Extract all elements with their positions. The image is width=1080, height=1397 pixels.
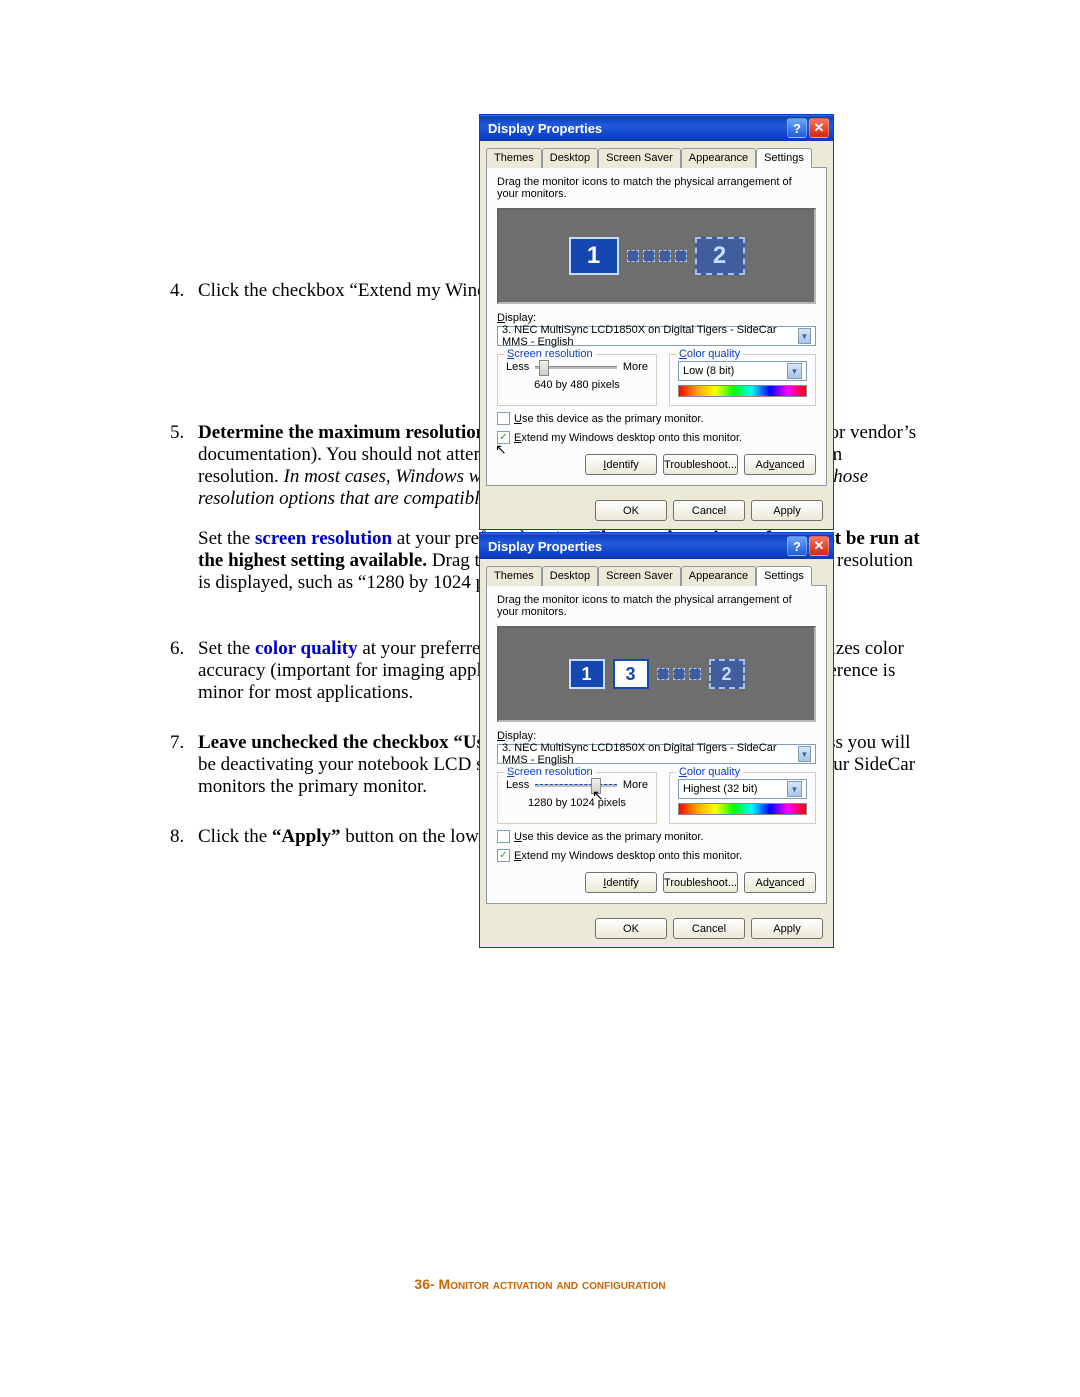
advanced-button[interactable]: Advanced	[744, 454, 816, 475]
settings-panel: Drag the monitor icons to match the phys…	[486, 585, 827, 904]
display-dropdown[interactable]: 3. NEC MultiSync LCD1850X on Digital Tig…	[497, 744, 816, 764]
color-quality-label: Color quality	[676, 766, 743, 778]
monitor-1-icon[interactable]: 1	[569, 237, 619, 275]
resolution-value: 1280 by 1024 pixels	[506, 797, 648, 809]
display-label: Display:	[497, 312, 816, 324]
monitor-2-icon[interactable]: 2	[709, 659, 745, 689]
tab-themes[interactable]: Themes	[486, 148, 542, 168]
display-label: Display:	[497, 730, 816, 742]
troubleshoot-button[interactable]: Troubleshoot...	[663, 454, 738, 475]
cancel-button[interactable]: Cancel	[673, 918, 745, 939]
identify-button[interactable]: Identify	[585, 872, 657, 893]
titlebar[interactable]: Display Properties ? ✕	[480, 115, 833, 141]
ok-button[interactable]: OK	[595, 500, 667, 521]
tab-settings[interactable]: Settings	[756, 566, 812, 586]
extend-desktop-checkbox[interactable]: ✓Extend my Windows desktop onto this mon…	[497, 849, 816, 862]
help-button[interactable]: ?	[787, 118, 807, 138]
less-label: Less	[506, 361, 529, 373]
window-title: Display Properties	[488, 539, 602, 554]
close-button[interactable]: ✕	[809, 118, 829, 138]
color-quality-dropdown[interactable]: Highest (32 bit) ▼	[678, 779, 807, 799]
resolution-slider[interactable]	[535, 366, 617, 369]
more-label: More	[623, 361, 648, 373]
instruction-text: Drag the monitor icons to match the phys…	[497, 594, 816, 618]
tab-screensaver[interactable]: Screen Saver	[598, 148, 681, 168]
primary-monitor-checkbox[interactable]: Use this device as the primary monitor.	[497, 412, 816, 425]
step-number: 7.	[160, 732, 198, 798]
cancel-button[interactable]: Cancel	[673, 500, 745, 521]
chevron-down-icon[interactable]: ▼	[787, 781, 802, 797]
color-quality-dropdown[interactable]: Low (8 bit) ▼	[678, 361, 807, 381]
color-preview-bar	[678, 803, 807, 815]
identify-button[interactable]: Identify	[585, 454, 657, 475]
screen-resolution-label: Screen resolution	[504, 766, 596, 778]
tab-themes[interactable]: Themes	[486, 566, 542, 586]
step-number: 4.	[160, 280, 198, 302]
tab-desktop[interactable]: Desktop	[542, 566, 598, 586]
resolution-slider[interactable]	[535, 784, 617, 787]
tab-settings[interactable]: Settings	[756, 148, 812, 168]
page-footer: 36- Monitor activation and configuration	[0, 1273, 1080, 1295]
tab-row: Themes Desktop Screen Saver Appearance S…	[480, 141, 833, 167]
primary-monitor-checkbox[interactable]: Use this device as the primary monitor.	[497, 830, 816, 843]
less-label: Less	[506, 779, 529, 791]
chevron-down-icon[interactable]: ▼	[798, 746, 811, 762]
tab-screensaver[interactable]: Screen Saver	[598, 566, 681, 586]
screen-resolution-label: Screen resolution	[504, 348, 596, 360]
monitor-1-icon[interactable]: 1	[569, 659, 605, 689]
chevron-down-icon[interactable]: ▼	[798, 328, 811, 344]
monitor-2-icon[interactable]: 2	[695, 237, 745, 275]
tab-row: Themes Desktop Screen Saver Appearance S…	[480, 559, 833, 585]
color-quality-label: Color quality	[676, 348, 743, 360]
apply-button[interactable]: Apply	[751, 918, 823, 939]
settings-panel: Drag the monitor icons to match the phys…	[486, 167, 827, 486]
help-button[interactable]: ?	[787, 536, 807, 556]
extend-desktop-checkbox[interactable]: ✓Extend my Windows desktop onto this mon…	[497, 431, 816, 444]
chevron-down-icon[interactable]: ▼	[787, 363, 802, 379]
monitor-arrangement[interactable]: 1 3 2	[497, 626, 816, 722]
display-dropdown[interactable]: 3. NEC MultiSync LCD1850X on Digital Tig…	[497, 326, 816, 346]
close-button[interactable]: ✕	[809, 536, 829, 556]
monitor-arrangement[interactable]: 1 2	[497, 208, 816, 304]
tab-appearance[interactable]: Appearance	[681, 566, 756, 586]
resolution-value: 640 by 480 pixels	[506, 379, 648, 391]
instruction-text: Drag the monitor icons to match the phys…	[497, 176, 816, 200]
tab-desktop[interactable]: Desktop	[542, 148, 598, 168]
display-properties-dialog-2: Display Properties ? ✕ Themes Desktop Sc…	[479, 532, 834, 948]
ok-button[interactable]: OK	[595, 918, 667, 939]
troubleshoot-button[interactable]: Troubleshoot...	[663, 872, 738, 893]
window-title: Display Properties	[488, 121, 602, 136]
step-number: 8.	[160, 826, 198, 848]
advanced-button[interactable]: Advanced	[744, 872, 816, 893]
monitor-3-icon[interactable]: 3	[613, 659, 649, 689]
color-preview-bar	[678, 385, 807, 397]
apply-button[interactable]: Apply	[751, 500, 823, 521]
display-properties-dialog-1: Display Properties ? ✕ Themes Desktop Sc…	[479, 114, 834, 530]
step-number: 6.	[160, 638, 198, 704]
cursor-icon: ↖	[495, 441, 507, 458]
step-number: 5.	[160, 422, 198, 594]
more-label: More	[623, 779, 648, 791]
tab-appearance[interactable]: Appearance	[681, 148, 756, 168]
titlebar[interactable]: Display Properties ? ✕	[480, 533, 833, 559]
cursor-icon: ↖	[592, 787, 604, 804]
